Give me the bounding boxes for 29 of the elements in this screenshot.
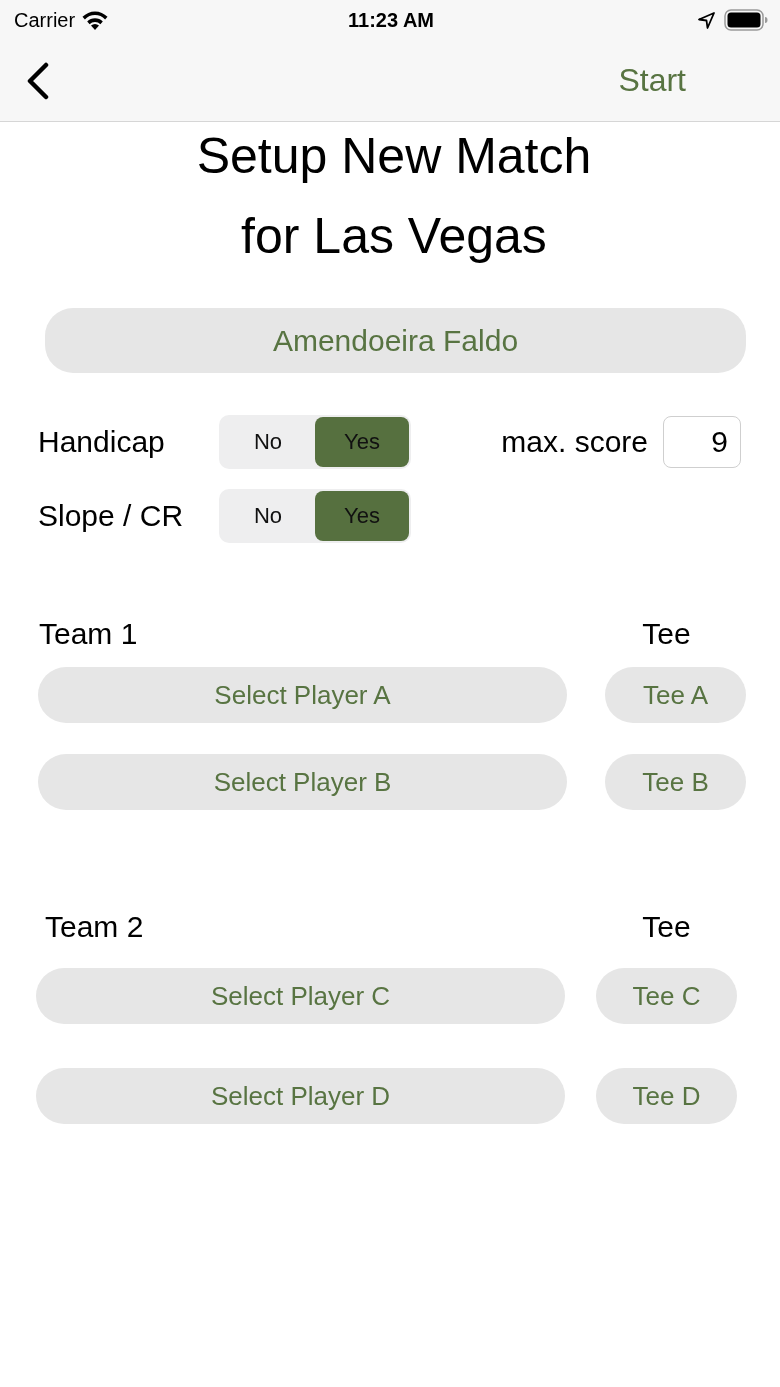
tee-button[interactable]: Tee C	[596, 968, 737, 1024]
battery-icon	[724, 9, 768, 31]
max-score-field[interactable]: 9	[663, 416, 741, 468]
tee-button[interactable]: Tee B	[605, 754, 746, 810]
tee-label: Tee	[641, 617, 692, 651]
carrier-name: Carrier	[14, 8, 76, 32]
course-button[interactable]: Amendoeira Faldo	[45, 308, 746, 373]
wifi-icon	[81, 10, 110, 30]
location-arrow-icon	[698, 11, 715, 29]
tee-button[interactable]: Tee A	[605, 667, 746, 723]
start-button[interactable]: Start	[618, 62, 686, 99]
segment-button[interactable]: Yes	[315, 417, 409, 467]
select-player-button[interactable]: Select Player A	[38, 667, 567, 723]
segment-button[interactable]: No	[221, 417, 315, 467]
team-label: Team 2	[44, 910, 145, 944]
select-player-button[interactable]: Select Player C	[36, 968, 565, 1024]
option-label: Slope / CR	[38, 499, 185, 533]
option-label: Handicap	[38, 425, 166, 459]
segment-button[interactable]: No	[221, 491, 315, 541]
select-player-button[interactable]: Select Player B	[38, 754, 567, 810]
segment-button[interactable]: Yes	[315, 491, 409, 541]
select-player-button[interactable]: Select Player D	[36, 1068, 565, 1124]
max-score-label: max. score	[501, 425, 648, 459]
tee-button[interactable]: Tee D	[596, 1068, 737, 1124]
status-time: 11:23 AM	[348, 8, 434, 32]
team-label: Team 1	[38, 617, 139, 651]
page-title: Setup New Match for Las Vegas	[195, 127, 593, 266]
tee-label: Tee	[641, 910, 692, 944]
back-chevron-icon	[26, 61, 50, 100]
